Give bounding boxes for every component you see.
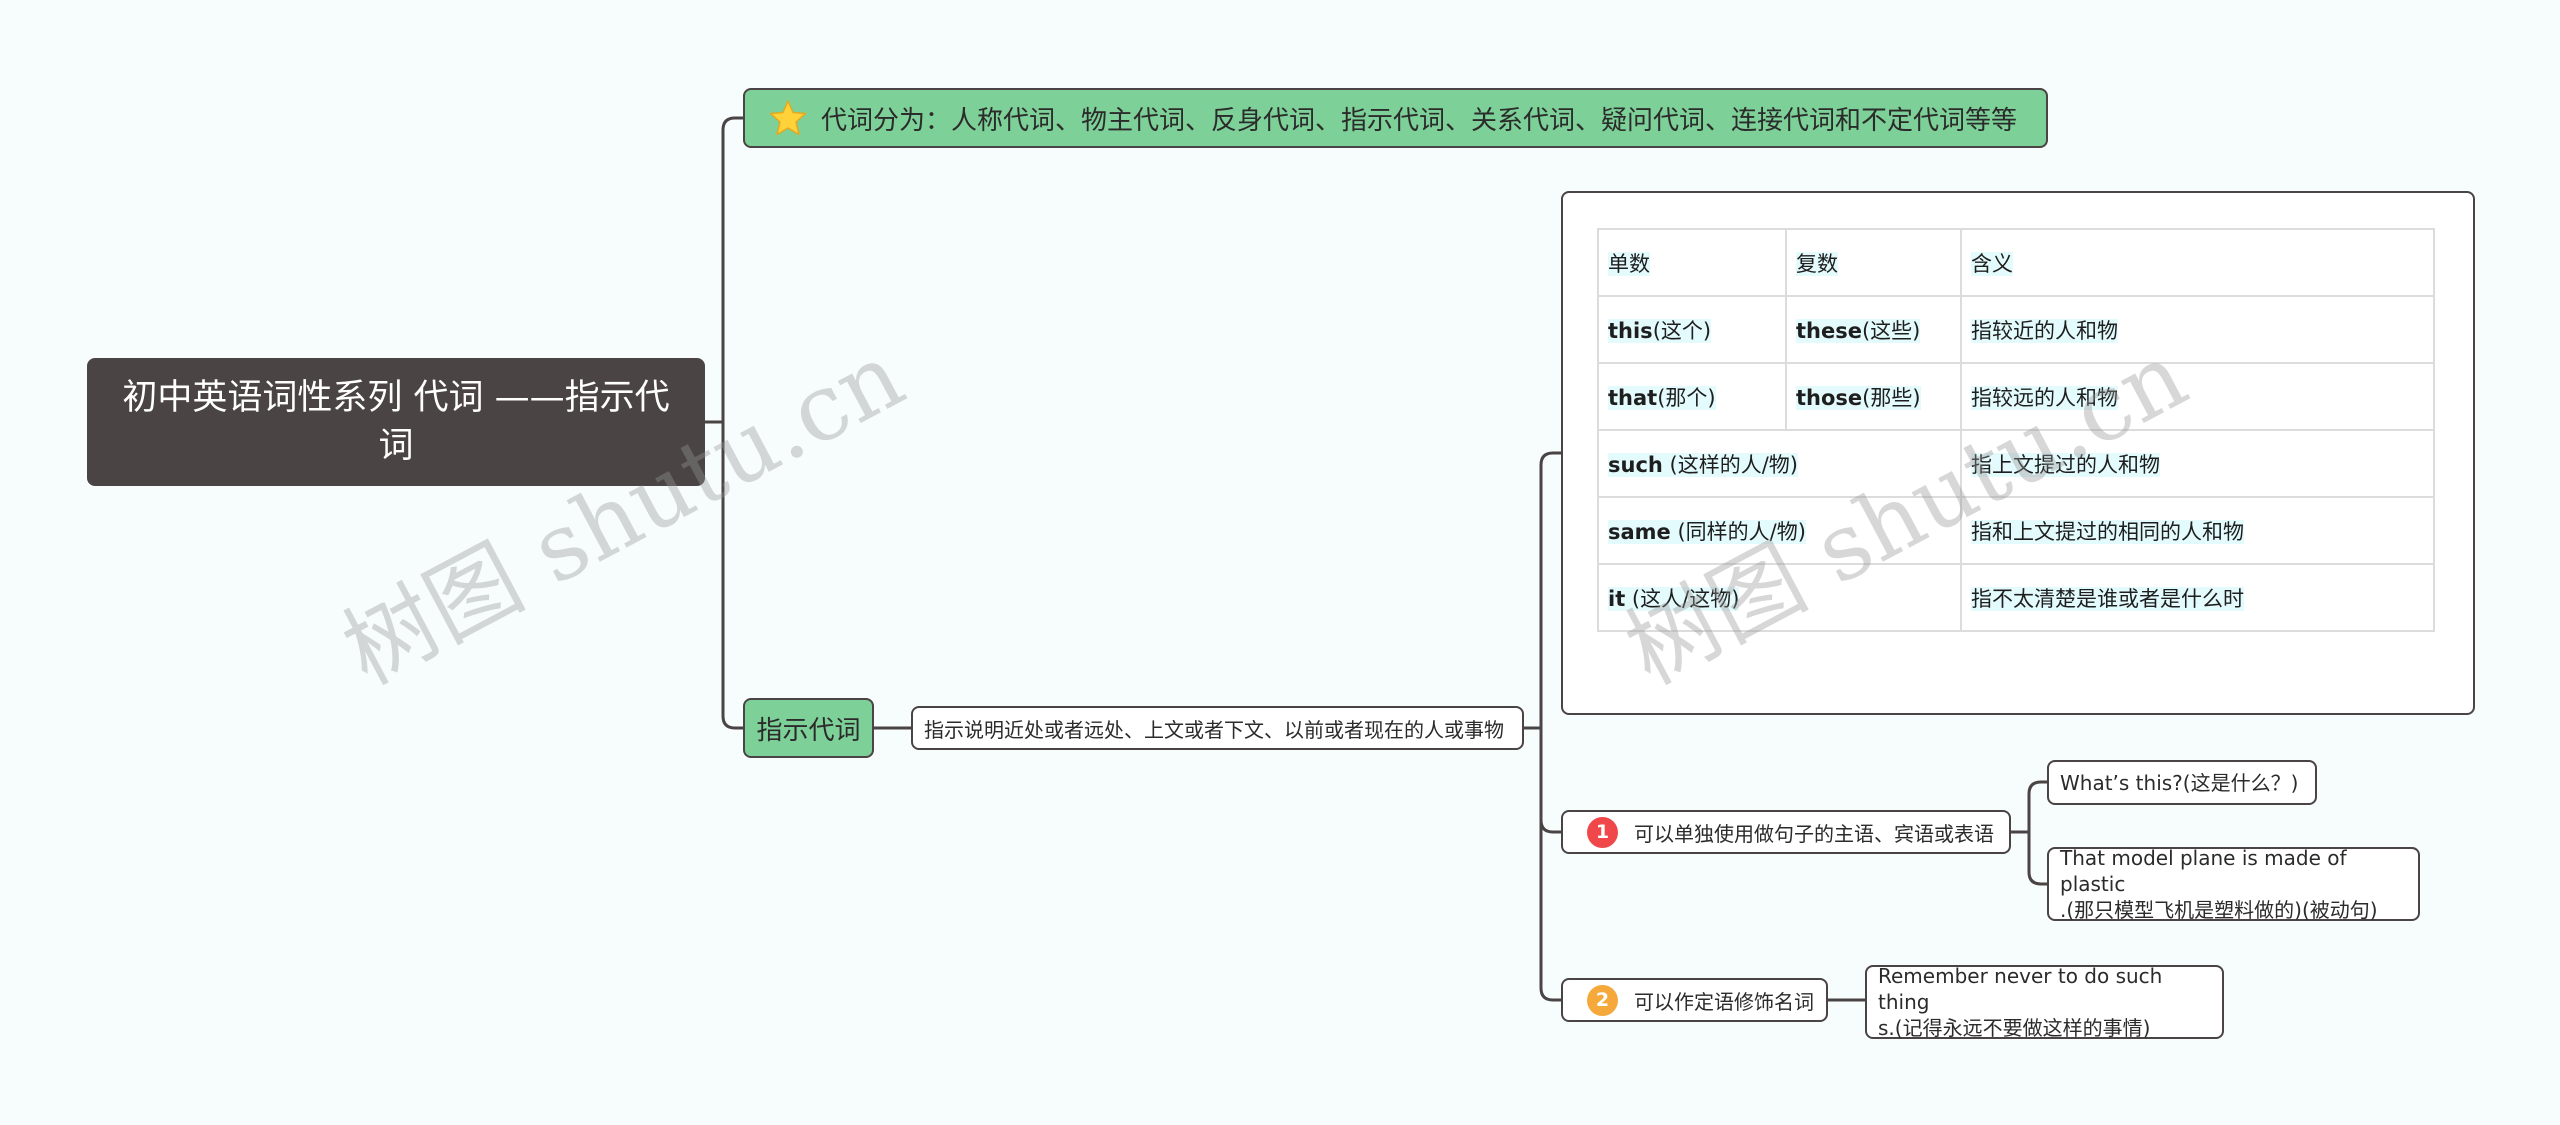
feature-text: 可以作定语修饰名词 bbox=[1634, 989, 1814, 1014]
example-node[interactable]: Remember never to do such thing s.(记得永远不… bbox=[1865, 964, 2224, 1040]
table-cell: it (这人/这物) bbox=[1597, 563, 1962, 632]
number-two-badge-icon: 2 bbox=[1587, 984, 1618, 1016]
table-cell: such (这样的人/物) bbox=[1597, 429, 1962, 498]
table-header-cell: 含义 bbox=[1960, 228, 2435, 297]
table-cell: 指上文提过的人和物 bbox=[1960, 429, 2435, 498]
table-cell: this(这个) bbox=[1597, 295, 1787, 364]
table-row: this(这个) these(这些) 指较近的人和物 bbox=[1597, 295, 2435, 364]
example-text: What’s this?(这是什么？) bbox=[2060, 770, 2299, 795]
feature-text: 可以单独使用做句子的主语、宾语或表语 bbox=[1634, 821, 1994, 846]
table-cell: those(那些) bbox=[1785, 362, 1962, 431]
number-one-badge-icon: 1 bbox=[1587, 816, 1618, 848]
table-row: it (这人/这物) 指不太清楚是谁或者是什么时 bbox=[1597, 563, 2435, 632]
topic-demonstrative[interactable]: 指示代词 bbox=[743, 698, 874, 758]
description-text: 指示说明近处或者远处、上文或者下文、以前或者现在的人或事物 bbox=[924, 717, 1504, 742]
table-cell: 指较远的人和物 bbox=[1960, 362, 2435, 431]
table-cell: these(这些) bbox=[1785, 295, 1962, 364]
table-cell: same (同样的人/物) bbox=[1597, 496, 1962, 565]
table-header-cell: 复数 bbox=[1785, 228, 1962, 297]
table-cell: 指和上文提过的相同的人和物 bbox=[1960, 496, 2435, 565]
table-node[interactable]: 单数 复数 含义 this(这个) these(这些) 指较近的人和物 that… bbox=[1561, 191, 2475, 715]
star-icon bbox=[769, 99, 807, 137]
example-node[interactable]: What’s this?(这是什么？) bbox=[2047, 760, 2317, 805]
example-text-line: .(那只模型飞机是塑料做的)(被动句) bbox=[2060, 898, 2378, 922]
description-node[interactable]: 指示说明近处或者远处、上文或者下文、以前或者现在的人或事物 bbox=[911, 706, 1524, 750]
feature-node-1[interactable]: 1 可以单独使用做句子的主语、宾语或表语 bbox=[1561, 810, 2011, 854]
table-cell: 指较近的人和物 bbox=[1960, 295, 2435, 364]
table-row: that(那个) those(那些) 指较远的人和物 bbox=[1597, 362, 2435, 431]
example-text-line: That model plane is made of plastic bbox=[2060, 846, 2347, 896]
table-cell: that(那个) bbox=[1597, 362, 1787, 431]
topic-classification[interactable]: 代词分为：人称代词、物主代词、反身代词、指示代词、关系代词、疑问代词、连接代词和… bbox=[743, 88, 2048, 148]
root-title: 初中英语词性系列 代词 ——指示代词 bbox=[122, 378, 670, 466]
root-topic[interactable]: 初中英语词性系列 代词 ——指示代词 bbox=[87, 358, 705, 486]
example-text-line: Remember never to do such thing bbox=[1878, 964, 2163, 1014]
pronoun-table: 单数 复数 含义 this(这个) these(这些) 指较近的人和物 that… bbox=[1597, 228, 2435, 632]
table-header-cell: 单数 bbox=[1597, 228, 1787, 297]
feature-node-2[interactable]: 2 可以作定语修饰名词 bbox=[1561, 978, 1828, 1022]
topic-classification-text: 代词分为：人称代词、物主代词、反身代词、指示代词、关系代词、疑问代词、连接代词和… bbox=[821, 105, 2018, 136]
table-row: such (这样的人/物) 指上文提过的人和物 bbox=[1597, 429, 2435, 498]
table-cell: 指不太清楚是谁或者是什么时 bbox=[1960, 563, 2435, 632]
example-node[interactable]: That model plane is made of plastic .(那只… bbox=[2047, 846, 2420, 922]
topic-demonstrative-label: 指示代词 bbox=[756, 715, 861, 746]
table-header-row: 单数 复数 含义 bbox=[1597, 228, 2435, 297]
table-row: same (同样的人/物) 指和上文提过的相同的人和物 bbox=[1597, 496, 2435, 565]
example-text-line: s.(记得永远不要做这样的事情) bbox=[1878, 1016, 2151, 1040]
